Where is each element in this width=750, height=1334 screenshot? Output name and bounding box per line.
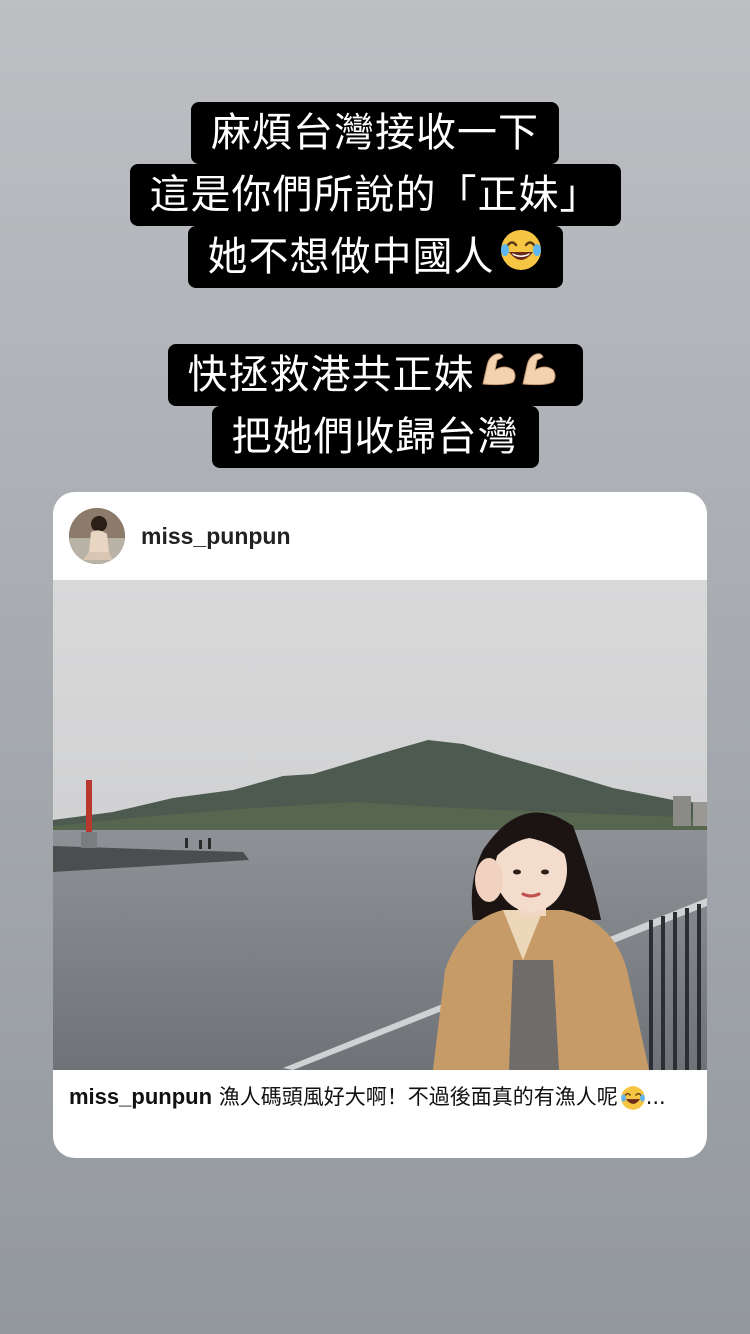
caption-text: 漁人碼頭風好大啊！不過後面真的有漁人呢 — [212, 1085, 618, 1109]
avatar[interactable] — [69, 508, 125, 564]
post-username[interactable]: miss_punpun — [141, 520, 291, 552]
laughing-tears-emoji-icon — [499, 228, 543, 290]
post-header: miss_punpun — [53, 492, 707, 580]
laughing-tears-emoji-icon — [620, 1083, 646, 1113]
caption-more[interactable]: ... — [646, 1085, 666, 1109]
shared-post-card[interactable]: miss_punpun miss_punpun 漁人碼頭風好大啊！不過後面真的有… — [53, 492, 707, 1158]
story-caption-group-1: 麻煩台灣接收一下 這是你們所說的「正妹」 她不想做中國人 — [0, 102, 750, 288]
story-caption-line: 麻煩台灣接收一下 — [191, 102, 559, 164]
story-caption-line: 這是你們所說的「正妹」 — [129, 164, 621, 226]
story-caption-line: 她不想做中國人 — [187, 226, 563, 290]
story-caption-line: 快拯救港共正妹 — [167, 344, 583, 408]
story-caption-group-2: 快拯救港共正妹 把她們收歸台灣 — [0, 344, 750, 468]
post-photo — [53, 580, 707, 1070]
story-caption-line: 把她們收歸台灣 — [211, 406, 539, 468]
flexed-biceps-emoji-icon — [479, 346, 563, 408]
caption-username[interactable]: miss_punpun — [69, 1084, 212, 1109]
post-caption: miss_punpun 漁人碼頭風好大啊！不過後面真的有漁人呢 ... — [69, 1082, 691, 1113]
